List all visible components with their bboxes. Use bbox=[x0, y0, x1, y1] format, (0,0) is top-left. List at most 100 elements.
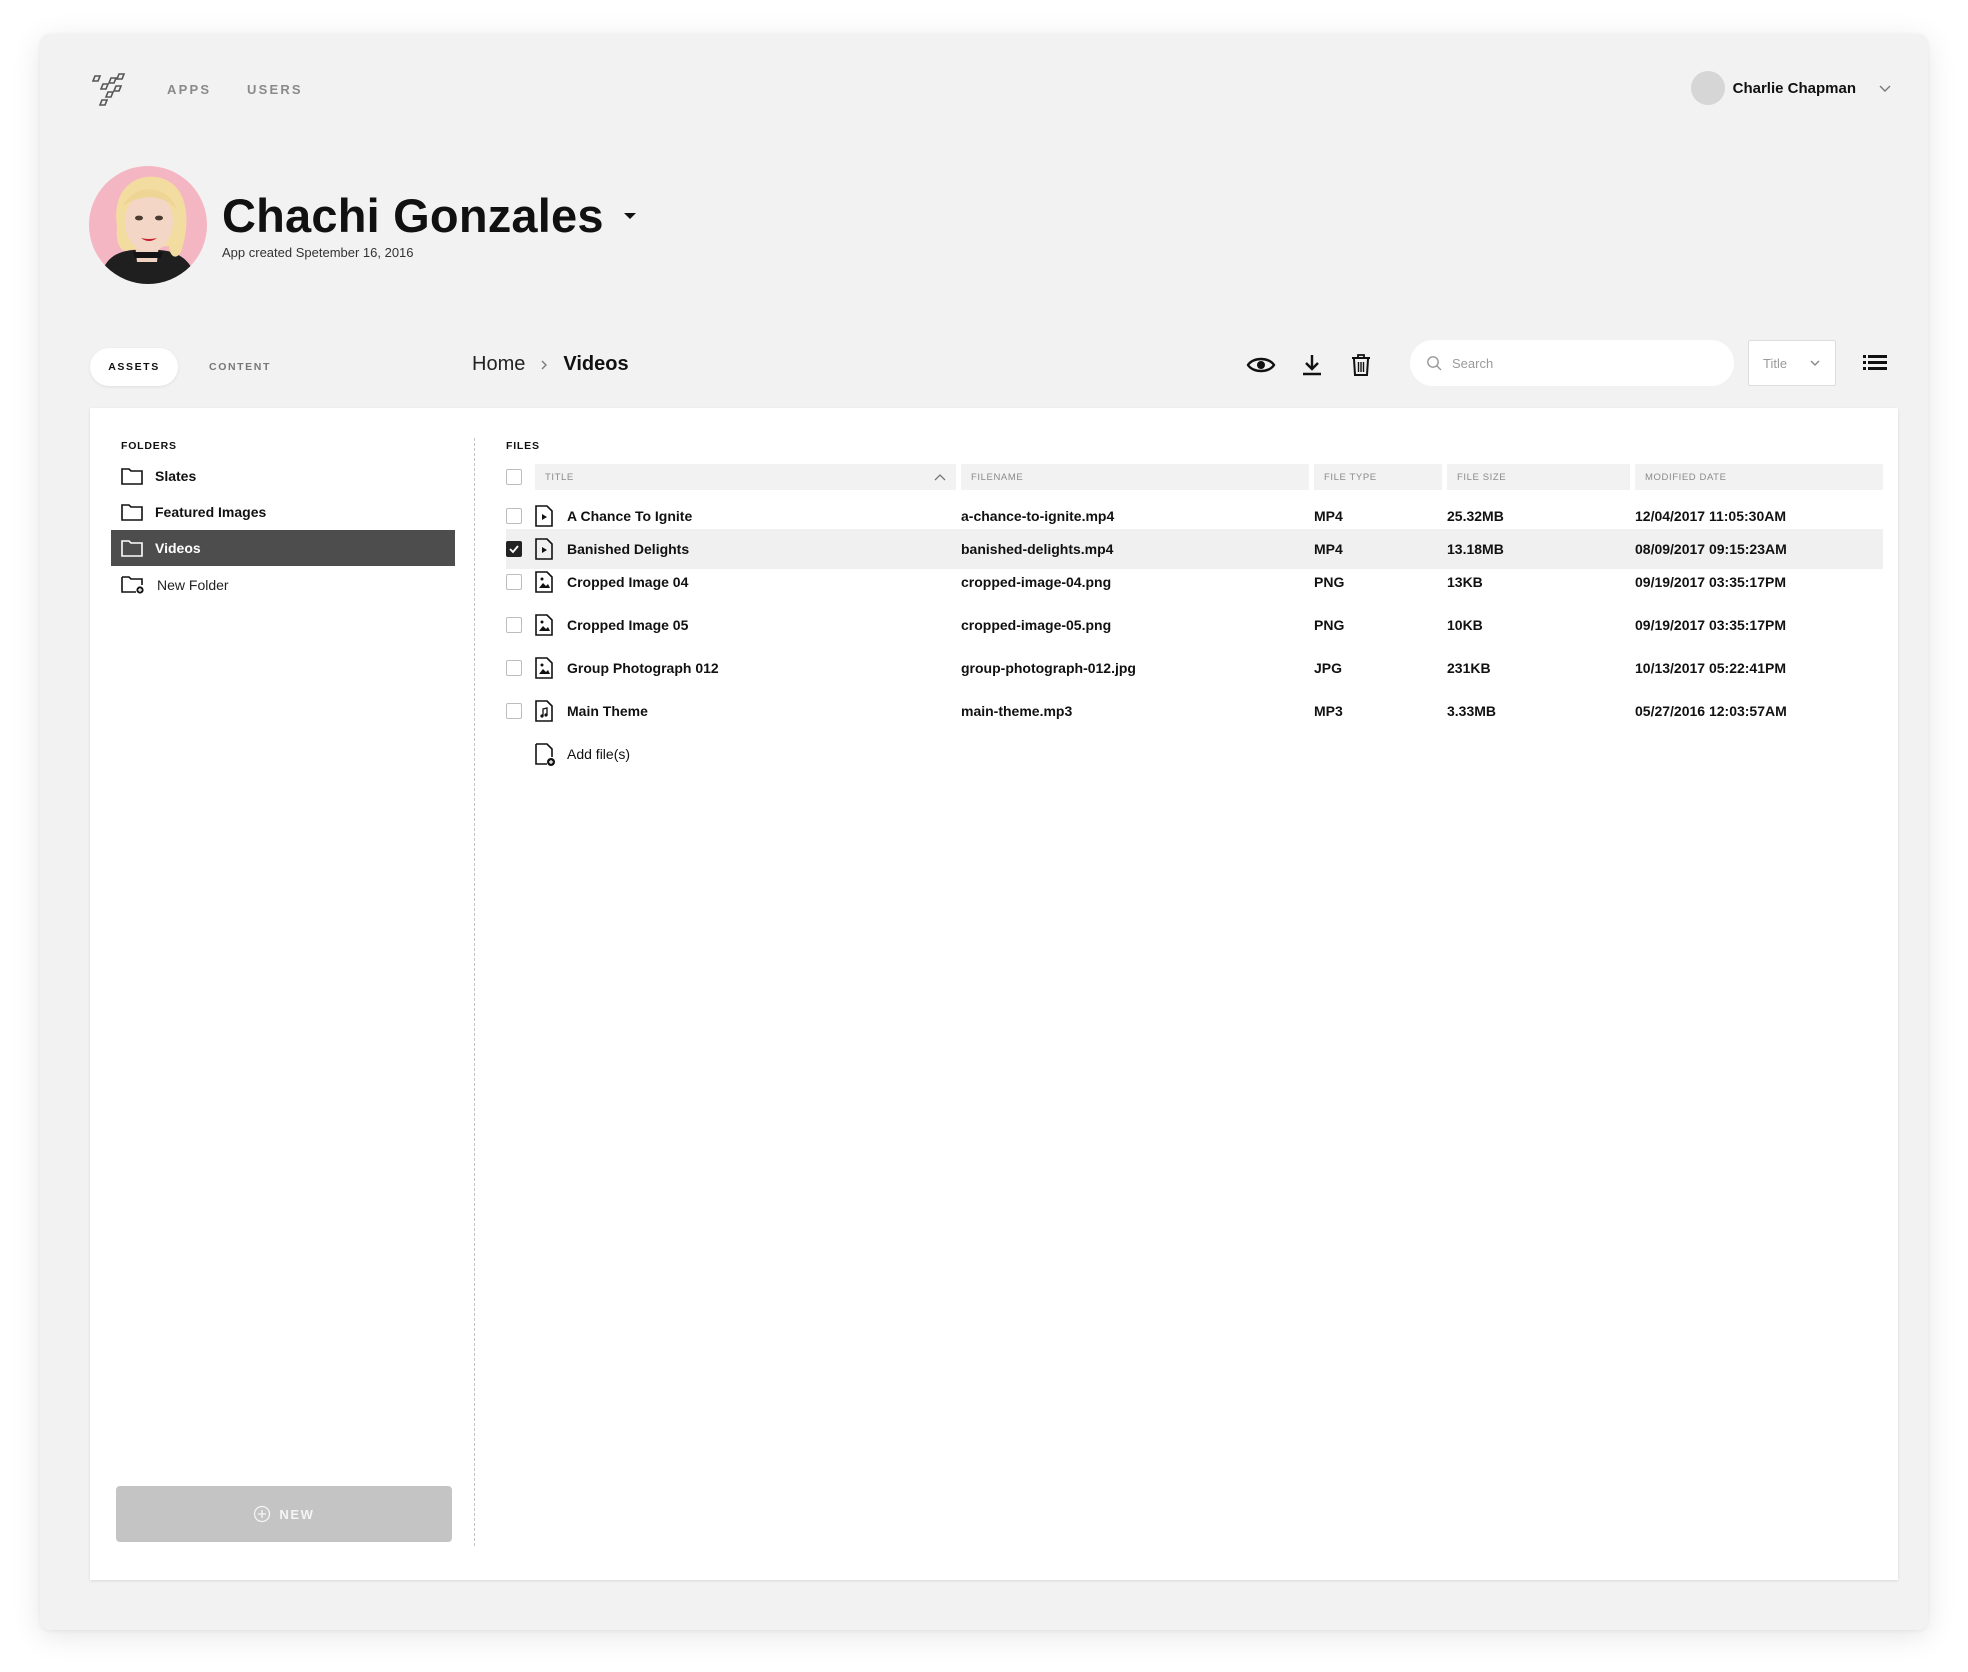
app-title: Chachi Gonzales bbox=[222, 189, 604, 242]
list-view-icon[interactable] bbox=[1862, 350, 1888, 376]
chevron-right-icon bbox=[541, 360, 548, 369]
file-add-icon bbox=[535, 743, 555, 766]
nav-apps-link[interactable]: APPS bbox=[167, 82, 211, 97]
eye-icon bbox=[1246, 357, 1276, 373]
folder-label: Videos bbox=[155, 540, 201, 556]
folder-item-slates[interactable]: Slates bbox=[111, 458, 455, 494]
column-header-filename[interactable]: FILENAME bbox=[961, 464, 1309, 490]
app-switcher[interactable]: Chachi Gonzales bbox=[222, 188, 636, 243]
download-icon bbox=[1303, 355, 1321, 376]
tab-content[interactable]: CONTENT bbox=[200, 348, 280, 386]
logo-icon[interactable] bbox=[92, 72, 126, 106]
chevron-down-icon bbox=[1810, 360, 1820, 366]
column-header-label: FILE SIZE bbox=[1457, 471, 1507, 483]
trash-icon bbox=[1352, 354, 1370, 376]
user-avatar bbox=[1690, 71, 1725, 105]
row-checkbox[interactable] bbox=[506, 703, 522, 719]
column-header-modified-date[interactable]: MODIFIED DATE bbox=[1635, 464, 1883, 490]
new-folder-button[interactable]: New Folder bbox=[111, 567, 455, 603]
select-all-checkbox[interactable] bbox=[506, 469, 522, 485]
folder-icon bbox=[121, 468, 143, 485]
column-header-label: FILE TYPE bbox=[1324, 471, 1377, 483]
cell-file-size: 13KB bbox=[1447, 574, 1483, 590]
cell-file-type: PNG bbox=[1314, 574, 1345, 590]
column-header-label: MODIFIED DATE bbox=[1645, 471, 1727, 483]
audio-file-icon bbox=[535, 700, 553, 722]
files-heading: FILES bbox=[506, 440, 540, 452]
cell-file-size: 231KB bbox=[1447, 660, 1491, 676]
search-icon bbox=[1427, 356, 1442, 371]
panel-divider bbox=[474, 438, 475, 1546]
add-files-label: Add file(s) bbox=[567, 746, 631, 762]
cell-modified-date: 05/27/2016 12:03:57AM bbox=[1635, 703, 1787, 719]
cell-modified-date: 10/13/2017 05:22:41PM bbox=[1635, 660, 1786, 676]
user-menu[interactable]: Charlie Chapman bbox=[1690, 70, 1892, 106]
cell-filename: cropped-image-04.png bbox=[961, 574, 1112, 590]
table-row[interactable]: Cropped Image 04 cropped-image-04.png PN… bbox=[506, 562, 1883, 602]
sort-selected-value: Title bbox=[1763, 355, 1788, 371]
cell-modified-date: 09/19/2017 03:35:17PM bbox=[1635, 617, 1786, 633]
cell-file-type: MP3 bbox=[1314, 703, 1343, 719]
cell-file-size: 10KB bbox=[1447, 617, 1483, 633]
chevron-down-icon bbox=[1879, 85, 1891, 92]
folder-label: Slates bbox=[155, 468, 197, 484]
breadcrumb-home[interactable]: Home bbox=[472, 353, 525, 376]
checkmark-icon bbox=[509, 545, 519, 554]
cell-file-size: 3.33MB bbox=[1447, 703, 1497, 719]
column-header-label: FILENAME bbox=[971, 471, 1024, 483]
image-file-icon bbox=[535, 657, 553, 679]
folder-add-icon bbox=[121, 576, 144, 594]
table-header: TITLE FILENAME FILE TYPE FILE SIZE MODIF… bbox=[506, 464, 1883, 490]
cell-file-type: PNG bbox=[1314, 617, 1345, 633]
cell-modified-date: 09/19/2017 03:35:17PM bbox=[1635, 574, 1786, 590]
image-file-icon bbox=[535, 571, 553, 593]
folder-item-videos[interactable]: Videos bbox=[111, 530, 455, 566]
cell-title: Group Photograph 012 bbox=[567, 660, 719, 676]
caret-down-icon bbox=[623, 212, 636, 219]
row-checkbox[interactable] bbox=[506, 541, 522, 557]
video-file-icon bbox=[535, 505, 553, 527]
column-header-file-type[interactable]: FILE TYPE bbox=[1314, 464, 1442, 490]
table-row[interactable]: Main Theme main-theme.mp3 MP3 3.33MB 05/… bbox=[506, 691, 1883, 731]
image-file-icon bbox=[535, 614, 553, 636]
plus-circle-icon bbox=[254, 1505, 271, 1523]
folder-label: Featured Images bbox=[155, 504, 267, 520]
assets-panel: FOLDERS Slates Featured Images Videos Ne… bbox=[90, 408, 1898, 1580]
search-box[interactable] bbox=[1410, 340, 1734, 386]
app-window: APPS USERS Charlie Chapman Chachi Gonzal… bbox=[40, 34, 1928, 1630]
sort-select[interactable]: Title bbox=[1748, 340, 1836, 386]
cell-title: Cropped Image 04 bbox=[567, 574, 689, 590]
search-input[interactable] bbox=[1452, 355, 1692, 371]
app-avatar bbox=[89, 166, 207, 284]
new-button[interactable]: NEW bbox=[116, 1486, 452, 1542]
tab-assets[interactable]: ASSETS bbox=[90, 348, 178, 386]
cell-filename: main-theme.mp3 bbox=[961, 703, 1073, 719]
row-checkbox[interactable] bbox=[506, 660, 522, 676]
delete-button[interactable] bbox=[1346, 350, 1376, 380]
column-header-label: TITLE bbox=[545, 471, 574, 483]
cell-title: Main Theme bbox=[567, 703, 648, 719]
row-checkbox[interactable] bbox=[506, 508, 522, 524]
preview-button[interactable] bbox=[1246, 350, 1276, 380]
new-button-label: NEW bbox=[279, 1506, 315, 1522]
cell-title: Cropped Image 05 bbox=[567, 617, 689, 633]
breadcrumb-current: Videos bbox=[563, 353, 629, 375]
row-checkbox[interactable] bbox=[506, 617, 522, 633]
row-checkbox[interactable] bbox=[506, 574, 522, 590]
new-folder-label: New Folder bbox=[157, 577, 229, 593]
breadcrumb: Home Videos bbox=[472, 353, 629, 376]
cell-file-type: JPG bbox=[1314, 660, 1343, 676]
table-row[interactable]: Group Photograph 012 group-photograph-01… bbox=[506, 648, 1883, 688]
column-header-title[interactable]: TITLE bbox=[535, 464, 956, 490]
folder-icon bbox=[121, 540, 143, 557]
folder-icon bbox=[121, 504, 143, 521]
add-files-button[interactable]: Add file(s) bbox=[506, 734, 1883, 774]
column-header-file-size[interactable]: FILE SIZE bbox=[1447, 464, 1630, 490]
table-row[interactable]: Cropped Image 05 cropped-image-05.png PN… bbox=[506, 605, 1883, 645]
folder-item-featured-images[interactable]: Featured Images bbox=[111, 494, 455, 530]
user-name: Charlie Chapman bbox=[1732, 79, 1856, 97]
folders-heading: FOLDERS bbox=[121, 440, 177, 452]
download-button[interactable] bbox=[1297, 350, 1327, 380]
nav-users-link[interactable]: USERS bbox=[247, 82, 303, 97]
cell-filename: group-photograph-012.jpg bbox=[961, 660, 1136, 676]
